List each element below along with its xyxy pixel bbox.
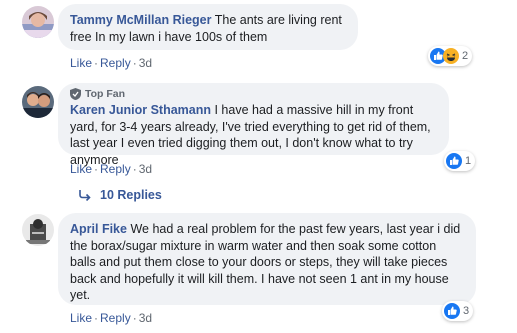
comment-text: Karen Junior Sthamann I have had a massi…	[70, 102, 437, 168]
timestamp[interactable]: 3d	[139, 162, 152, 176]
comment-bubble: Tammy McMillan Rieger The ants are livin…	[58, 4, 358, 50]
like-button[interactable]: Like	[70, 162, 92, 176]
like-icon	[444, 303, 460, 319]
reaction-count: 1	[465, 155, 472, 167]
comment-text: April Fike We had a real problem for the…	[70, 221, 464, 304]
avatar[interactable]	[22, 214, 54, 246]
comment-author[interactable]: Tammy McMillan Rieger	[70, 13, 211, 27]
comment-actions: Like · Reply · 3d	[70, 162, 153, 176]
like-icon	[446, 153, 462, 169]
reply-arrow-icon	[79, 190, 91, 201]
like-button[interactable]: Like	[70, 311, 92, 325]
reply-button[interactable]: Reply	[100, 162, 131, 176]
top-fan-badge: Top Fan	[70, 88, 437, 100]
comment-body: We had a real problem for the past few y…	[70, 222, 461, 302]
haha-icon	[443, 48, 459, 64]
timestamp[interactable]: 3d	[139, 56, 152, 70]
reply-button[interactable]: Reply	[100, 311, 131, 325]
reaction-summary[interactable]: 2	[428, 46, 473, 66]
view-replies-link[interactable]: 10 Replies	[78, 188, 162, 202]
top-fan-label: Top Fan	[85, 88, 126, 100]
replies-label[interactable]: 10 Replies	[100, 188, 162, 202]
shield-icon	[70, 88, 81, 100]
comment-bubble: Top Fan Karen Junior Sthamann I have had…	[58, 83, 449, 167]
comment-actions: Like · Reply · 3d	[70, 311, 153, 325]
comment-actions: Like · Reply · 3d	[70, 56, 153, 70]
comment-author[interactable]: April Fike	[70, 222, 127, 236]
avatar[interactable]	[22, 86, 54, 118]
avatar[interactable]	[22, 6, 54, 38]
comment-bubble: April Fike We had a real problem for the…	[58, 213, 476, 305]
reaction-summary[interactable]: 1	[444, 151, 476, 171]
comment-author[interactable]: Karen Junior Sthamann	[70, 103, 211, 117]
reaction-summary[interactable]: 3	[442, 301, 474, 321]
reaction-count: 2	[462, 50, 469, 62]
reaction-count: 3	[463, 305, 470, 317]
reply-button[interactable]: Reply	[100, 56, 131, 70]
comment-text: Tammy McMillan Rieger The ants are livin…	[70, 12, 346, 45]
like-button[interactable]: Like	[70, 56, 92, 70]
timestamp[interactable]: 3d	[139, 311, 152, 325]
